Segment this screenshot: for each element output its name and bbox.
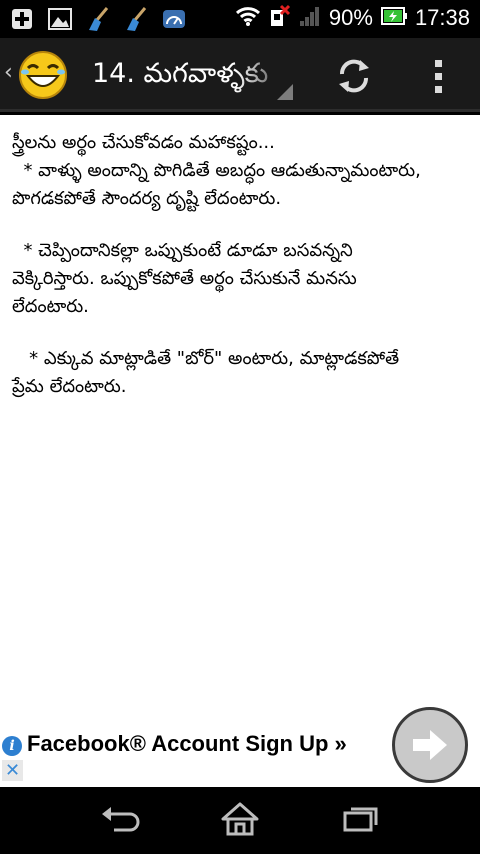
battery-percent: 90% bbox=[328, 5, 373, 30]
refresh-button[interactable] bbox=[330, 52, 378, 100]
refresh-icon bbox=[339, 59, 369, 93]
ad-info-icon[interactable]: i bbox=[2, 736, 22, 756]
paragraph: * ఎక్కువ మాట్లాడితే "బోర్" అంటారు, మాట్ల… bbox=[12, 348, 400, 397]
spinner-indicator-icon[interactable] bbox=[277, 84, 293, 100]
clock: 17:38 bbox=[414, 5, 470, 30]
status-bar: 90% 17:38 bbox=[0, 0, 480, 38]
paragraph: * చెప్పిందానికల్లా ఒప్పుకుంటే డూడూ బసవన్… bbox=[12, 240, 357, 317]
navigation-bar bbox=[0, 787, 480, 854]
sim-no-signal-icon bbox=[269, 4, 291, 32]
article-content[interactable]: స్త్రీలను అర్థం చేసుకోవడం మహాకష్టం... * … bbox=[0, 115, 480, 705]
recent-apps-button[interactable] bbox=[336, 799, 384, 839]
battery-charging-icon bbox=[380, 6, 407, 30]
overflow-dot bbox=[434, 72, 442, 80]
overflow-menu-button[interactable] bbox=[420, 52, 456, 100]
wifi-icon bbox=[235, 5, 261, 31]
home-button[interactable] bbox=[216, 799, 264, 839]
notification-icons bbox=[8, 5, 188, 33]
image-icon bbox=[46, 5, 74, 33]
ad-arrow-button[interactable] bbox=[392, 707, 468, 783]
back-button[interactable] bbox=[96, 799, 144, 839]
arrow-right-icon bbox=[413, 730, 447, 760]
speedometer-icon bbox=[160, 5, 188, 33]
ad-close-icon[interactable]: ✕ bbox=[2, 760, 23, 781]
back-icon bbox=[102, 807, 140, 832]
broom-icon bbox=[84, 5, 112, 33]
paragraph: స్త్రీలను అర్థం చేసుకోవడం మహాకష్టం... * … bbox=[12, 132, 421, 209]
ad-text[interactable]: Facebook® Account Sign Up » bbox=[27, 731, 347, 757]
overflow-dot bbox=[434, 85, 442, 93]
broom-icon bbox=[122, 5, 150, 33]
system-status: 90% 17:38 bbox=[235, 4, 470, 32]
signal-icon bbox=[299, 5, 321, 31]
up-chevron-icon[interactable]: ‹ bbox=[4, 60, 13, 85]
recent-apps-icon bbox=[343, 807, 378, 832]
action-bar: ‹ 14. మగవాళ్ళకు bbox=[0, 38, 480, 112]
add-box-icon bbox=[8, 5, 36, 33]
overflow-dot bbox=[434, 59, 442, 67]
home-icon bbox=[221, 802, 259, 836]
laughing-emoji-icon[interactable] bbox=[18, 50, 68, 100]
